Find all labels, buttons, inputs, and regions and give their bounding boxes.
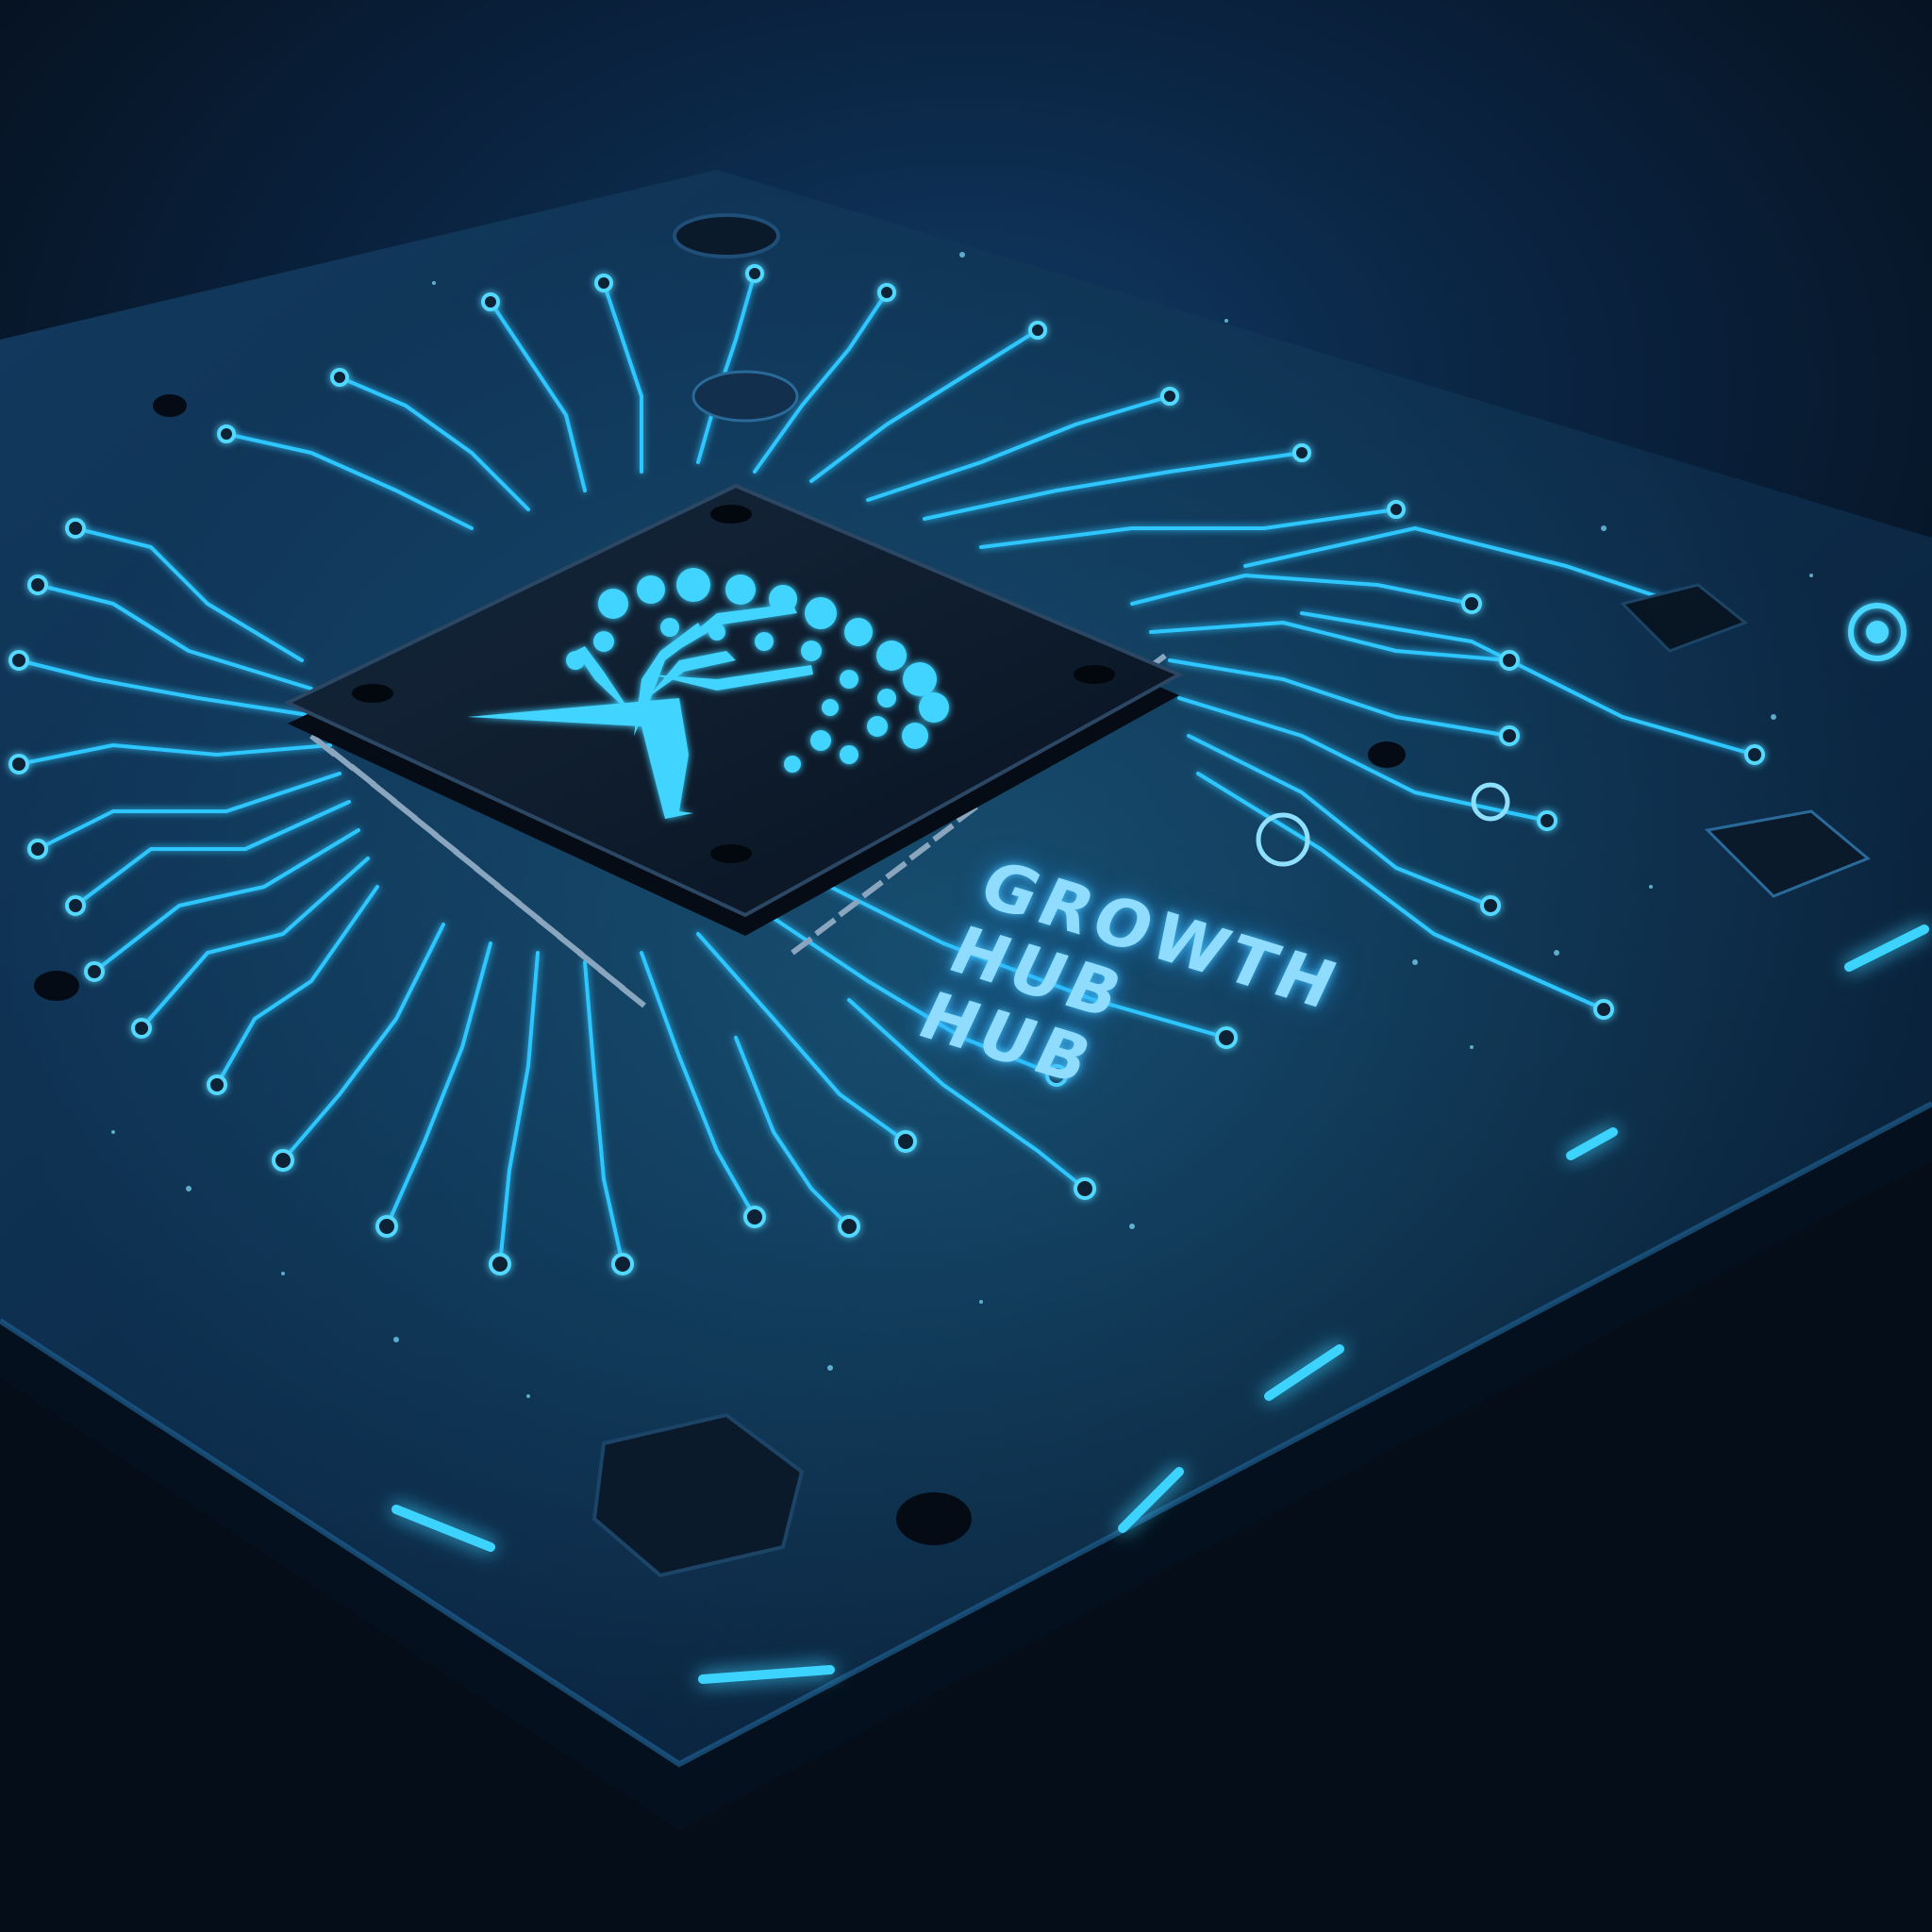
circuit-board-scene: GROWTH HUB HUB xyxy=(0,0,1932,1932)
